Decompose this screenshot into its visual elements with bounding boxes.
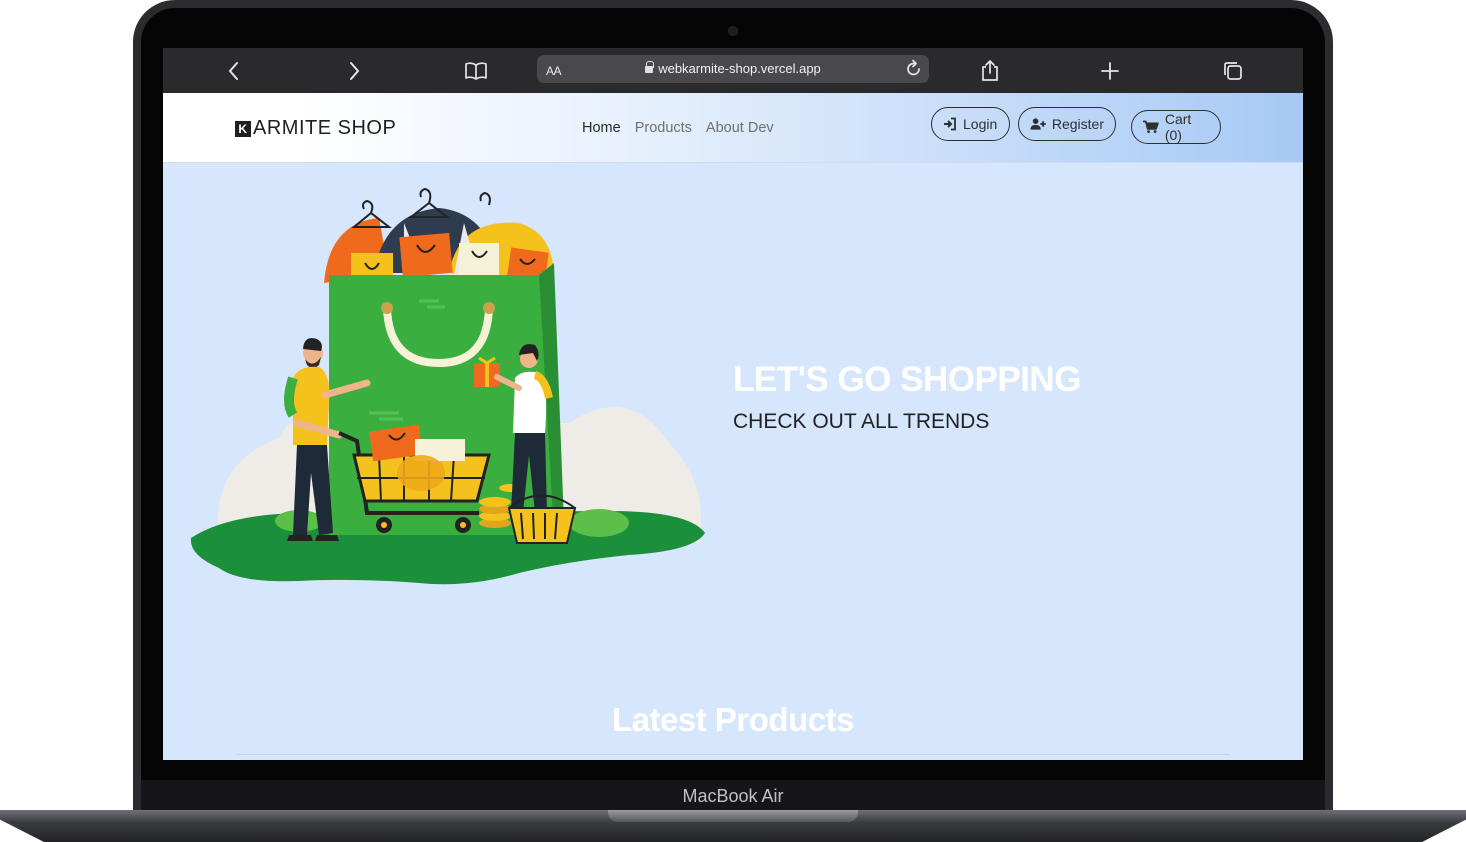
user-plus-icon (1030, 118, 1046, 130)
chevron-right-icon[interactable] (339, 56, 369, 86)
reload-icon[interactable] (905, 59, 923, 84)
screen: AA webkarmite-shop.vercel.app K ARMITE SH… (163, 48, 1303, 760)
cart-label: Cart (0) (1164, 111, 1192, 143)
nav-links: Home Products About Dev (582, 120, 774, 136)
shopping-illustration (190, 187, 705, 585)
section-divider (236, 754, 1230, 755)
laptop-chin: MacBook Air (141, 780, 1325, 812)
hero-subtitle: CHECK OUT ALL TRENDS (733, 410, 990, 433)
brand-text: ARMITE SHOP (253, 117, 397, 139)
chevron-left-icon[interactable] (219, 56, 249, 86)
cart-icon (1143, 120, 1159, 134)
laptop-notch (608, 810, 858, 822)
register-label: Register (1051, 116, 1104, 132)
device-label: MacBook Air (682, 785, 784, 806)
share-icon[interactable] (975, 56, 1005, 86)
brand-logo[interactable]: K ARMITE SHOP (235, 117, 396, 140)
nav-link-about-dev[interactable]: About Dev (706, 120, 774, 136)
plus-icon[interactable] (1095, 56, 1125, 86)
nav-link-home[interactable]: Home (582, 120, 621, 136)
book-icon[interactable] (461, 56, 491, 86)
sign-in-icon (944, 117, 956, 131)
address-bar[interactable]: AA webkarmite-shop.vercel.app (537, 55, 929, 83)
camera (729, 27, 737, 35)
login-label: Login (963, 116, 998, 132)
nav-link-products[interactable]: Products (635, 120, 692, 136)
cart-button[interactable]: Cart (0) (1131, 110, 1221, 144)
browser-toolbar: AA webkarmite-shop.vercel.app (163, 48, 1303, 93)
tabs-icon[interactable] (1218, 56, 1248, 86)
login-button[interactable]: Login (931, 107, 1010, 141)
url-text: webkarmite-shop.vercel.app (537, 61, 929, 76)
url-value: webkarmite-shop.vercel.app (658, 61, 821, 76)
hero-title: LET'S GO SHOPPING (733, 360, 1081, 399)
lock-icon (645, 61, 655, 73)
register-button[interactable]: Register (1018, 107, 1116, 141)
site-navbar: K ARMITE SHOP Home Products About Dev Log… (163, 93, 1303, 163)
brand-mark: K (235, 120, 251, 137)
latest-products-heading: Latest Products (612, 701, 854, 738)
